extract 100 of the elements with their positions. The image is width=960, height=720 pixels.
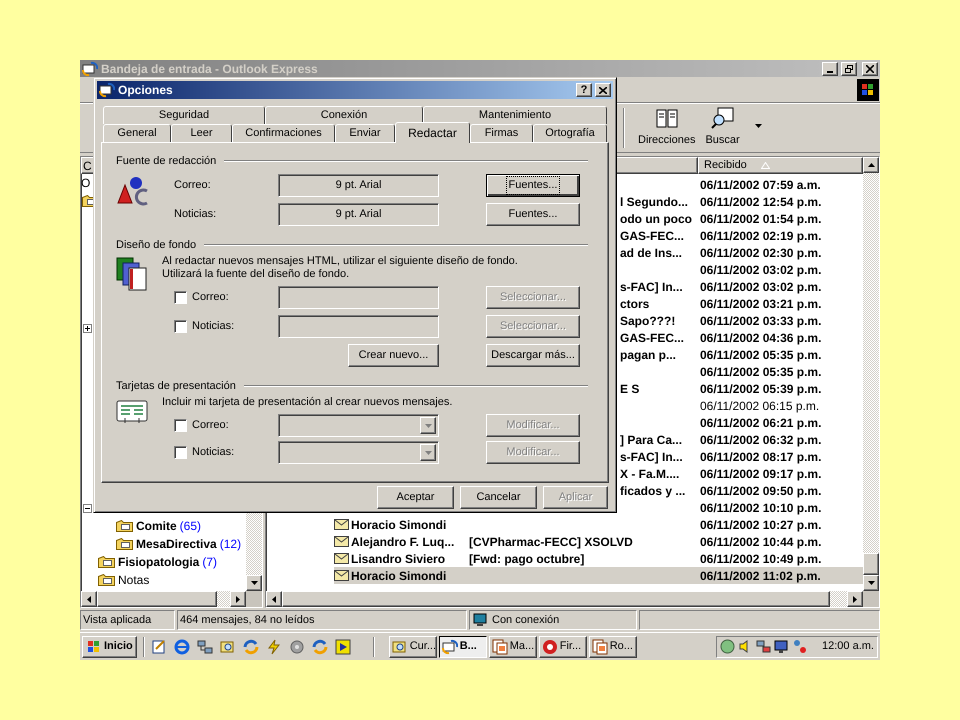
scrollbar-track: [217, 591, 230, 607]
scrollbar-thumb[interactable]: [863, 553, 879, 575]
dialog-button[interactable]: Aceptar: [377, 486, 454, 509]
folder-item[interactable]: MesaDirectiva: [136, 535, 217, 553]
font-field: 9 pt. Arial: [278, 203, 439, 226]
tab[interactable]: Leer: [171, 124, 232, 142]
disc-icon: [720, 639, 735, 654]
network-icon: [756, 639, 771, 654]
expand-icon[interactable]: [83, 324, 92, 332]
dropdown-field[interactable]: [278, 441, 439, 464]
tab[interactable]: Mantenimiento: [423, 106, 607, 124]
message-row[interactable]: Alejandro F. Luq... [CVPharmac-FECC] XSOLVD 06/11/2002 10:44 p.m.: [334, 533, 863, 550]
subject-cell: ] Para Ca...: [620, 432, 682, 446]
close-icon: [866, 64, 874, 72]
unread-count: (65): [180, 518, 202, 535]
scroll-arrow-button[interactable]: [863, 157, 879, 173]
task-button[interactable]: B...: [438, 636, 487, 658]
scrollbar-thumb[interactable]: [282, 591, 830, 607]
message-row[interactable]: Horacio Simondi 06/11/2002 11:02 p.m.: [334, 567, 863, 584]
tab[interactable]: General: [103, 124, 171, 142]
scroll-arrow-button[interactable]: [246, 575, 262, 591]
minimize-button[interactable]: [822, 62, 838, 76]
tab[interactable]: Ortografía: [533, 124, 607, 142]
message-row[interactable]: Lisandro Siviero [Fwd: pago octubre] 06/11/2002 10:49 p.m.: [334, 550, 863, 567]
subject-cell: l Segundo...: [620, 194, 688, 208]
folder-item[interactable]: Fisiopatologia: [118, 553, 200, 571]
envelope-icon: [334, 570, 349, 581]
dropdown-arrow-icon[interactable]: [754, 124, 762, 128]
sync-icon[interactable]: [312, 638, 328, 654]
scrollbar-thumb[interactable]: [97, 591, 217, 607]
tab[interactable]: Firmas: [470, 124, 533, 142]
column-title: Recibido: [704, 158, 747, 174]
sender-cell: Lisandro Siviero: [351, 552, 446, 566]
help-button[interactable]: ?: [576, 83, 592, 97]
tab[interactable]: Redactar: [395, 122, 470, 143]
description-text: Al redactar nuevos mensajes HTML, utilizar el siguiente diseño de fondo.: [162, 255, 519, 268]
date-cell-text: 06/11/2002 10:44 p.m.: [700, 534, 822, 550]
tab[interactable]: Confirmaciones: [232, 124, 335, 142]
task-button[interactable]: Fir...: [538, 636, 587, 658]
book-icon: [654, 107, 679, 130]
sender-cell: Horacio Simondi: [351, 518, 446, 532]
dialog-title: Opciones: [118, 82, 174, 99]
toolbar-button[interactable]: Buscar: [700, 107, 745, 149]
dropdown-field[interactable]: [278, 414, 439, 437]
input-field[interactable]: [278, 315, 439, 338]
input-field[interactable]: [278, 286, 439, 309]
sync-icon[interactable]: [242, 638, 259, 654]
lightning-icon[interactable]: [266, 638, 282, 654]
checkbox[interactable]: [174, 419, 187, 432]
notepad-icon[interactable]: [150, 638, 167, 654]
scroll-arrow-button[interactable]: [81, 591, 97, 607]
message-row[interactable]: Horacio Simondi 06/11/2002 10:27 p.m.: [334, 516, 863, 533]
date-cell-text: 06/11/2002 05:35 p.m.: [700, 346, 822, 364]
subject-cell: [Fwd: pago octubre]: [469, 552, 584, 566]
right-arrow-icon: [853, 596, 857, 602]
subject-cell: GAS-FEC...: [620, 330, 684, 344]
window-title: Bandeja de entrada - Outlook Express: [101, 60, 319, 78]
disc-icon[interactable]: [288, 638, 305, 654]
checkbox[interactable]: [174, 446, 187, 459]
close-button[interactable]: [862, 62, 878, 76]
date-cell-text: 06/11/2002 11:02 p.m.: [700, 568, 821, 584]
toolbar-button[interactable]: Direcciones: [633, 107, 700, 149]
dialog-button[interactable]: Crear nuevo...: [348, 344, 439, 367]
tab[interactable]: Seguridad: [103, 106, 265, 124]
scroll-arrow-button[interactable]: [266, 591, 282, 607]
search-icon: [710, 107, 735, 130]
column-header[interactable]: Recibido: [698, 157, 863, 174]
task-button[interactable]: Ro...: [588, 636, 637, 658]
dialog-button[interactable]: Fuentes...: [486, 203, 580, 226]
down-arrow-icon: [250, 581, 258, 585]
restore-button[interactable]: [841, 62, 857, 76]
collapse-icon[interactable]: [83, 504, 92, 512]
checkbox[interactable]: [174, 291, 187, 304]
start-button[interactable]: Inicio: [82, 636, 137, 658]
checkbox[interactable]: [174, 320, 187, 333]
network-icon[interactable]: [196, 638, 213, 654]
play-icon[interactable]: [334, 638, 351, 654]
tab[interactable]: Enviar: [335, 124, 395, 142]
task-button[interactable]: Cur...: [388, 636, 437, 658]
status-text: Con conexión: [492, 612, 560, 628]
scroll-arrow-button[interactable]: [863, 575, 879, 591]
scroll-arrow-button[interactable]: [230, 591, 246, 607]
dialog-button[interactable]: Fuentes...: [486, 174, 580, 197]
tab[interactable]: Conexión: [265, 106, 423, 124]
right-arrow-icon: [236, 596, 240, 602]
close-button[interactable]: [595, 83, 611, 97]
unread-count: (7): [202, 554, 218, 571]
scroll-arrow-button[interactable]: [847, 591, 863, 607]
subject-cell: ad de Ins...: [620, 246, 682, 260]
folder-item[interactable]: Notas: [118, 571, 150, 589]
left-arrow-icon: [272, 596, 276, 602]
task-button[interactable]: Ma...: [488, 636, 537, 658]
date-cell-text: 06/11/2002 09:17 p.m.: [700, 466, 822, 482]
dialog-button[interactable]: Descargar más...: [486, 344, 580, 367]
folder-item[interactable]: Comite: [136, 517, 177, 535]
left-arrow-icon: [87, 596, 91, 602]
find-icon[interactable]: [220, 638, 236, 654]
checkbox-label: Correo:: [192, 418, 229, 434]
dialog-button[interactable]: Cancelar: [460, 486, 537, 509]
subject-cell: E S: [620, 382, 640, 396]
